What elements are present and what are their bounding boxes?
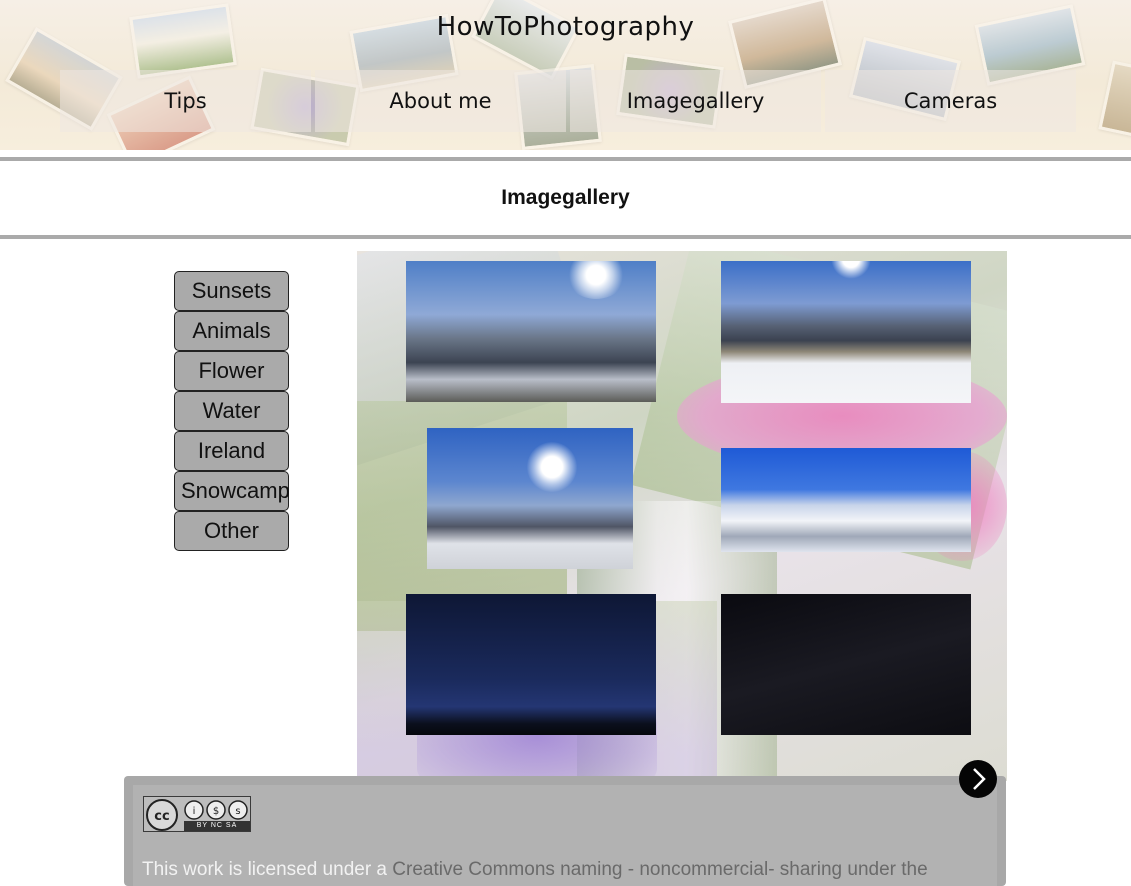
page-title: Imagegallery [501, 186, 630, 209]
chevron-right-icon [973, 768, 986, 790]
nav-item-imagegallery[interactable]: Imagegallery [570, 70, 821, 132]
svg-text:s: s [235, 806, 240, 817]
cc-badge-label: BY NC SA [184, 821, 250, 831]
svg-text:$: $ [213, 806, 219, 817]
heading-divider [0, 235, 1131, 239]
header-collage-photo [1098, 60, 1131, 142]
gallery-thumbnail[interactable] [721, 448, 971, 552]
category-button-water[interactable]: Water [174, 391, 289, 431]
nav-item-tips[interactable]: Tips [60, 70, 311, 132]
cc-license-badge[interactable]: cc i $ s BY NC SA [143, 796, 251, 832]
license-text: This work is licensed under a Creative C… [142, 858, 1002, 882]
svg-text:i: i [193, 806, 196, 817]
site-header: HowToPhotography Tips About me Imagegall… [0, 0, 1131, 150]
license-panel: cc i $ s BY NC SA This work is licensed … [133, 785, 997, 886]
category-menu: Sunsets Animals Flower Water Ireland Sno… [174, 271, 290, 551]
nav-item-cameras[interactable]: Cameras [825, 70, 1076, 132]
gallery-thumbnail[interactable] [406, 594, 656, 735]
gallery-thumbnail[interactable] [427, 428, 633, 569]
sun-glow [831, 261, 871, 279]
category-button-sunsets[interactable]: Sunsets [174, 271, 289, 311]
main-nav: Tips About me Imagegallery Cameras [60, 70, 1076, 132]
category-button-snowcamp[interactable]: Snowcamp [174, 471, 290, 511]
category-button-flower[interactable]: Flower [174, 351, 289, 391]
sun-glow [566, 261, 626, 299]
category-button-ireland[interactable]: Ireland [174, 431, 289, 471]
site-title: HowToPhotography [436, 12, 695, 42]
gallery-panel [357, 251, 1007, 781]
gallery-thumbnail[interactable] [721, 594, 971, 735]
header-divider [0, 157, 1131, 161]
sun-glow [527, 442, 577, 492]
gallery-thumbnail[interactable] [406, 261, 656, 402]
license-box: cc i $ s BY NC SA This work is licensed … [124, 776, 1006, 886]
category-button-other[interactable]: Other [174, 511, 289, 551]
next-button[interactable] [959, 760, 997, 798]
svg-text:cc: cc [154, 809, 169, 824]
category-button-animals[interactable]: Animals [174, 311, 289, 351]
nav-item-about-me[interactable]: About me [315, 70, 566, 132]
gallery-thumbnail[interactable] [721, 261, 971, 403]
